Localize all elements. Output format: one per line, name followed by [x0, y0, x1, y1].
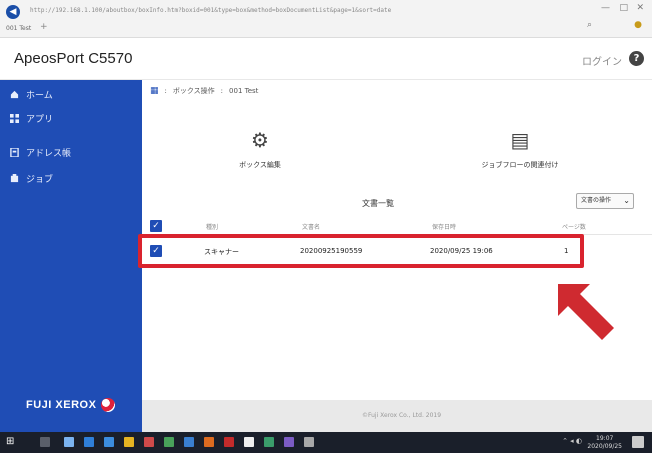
- chevron-down-icon: ⌄: [623, 196, 630, 205]
- system-tray[interactable]: ⌃ ◂ ◐: [562, 437, 582, 445]
- close-window-button[interactable]: ✕: [636, 3, 644, 13]
- sidebar-item-apps[interactable]: アプリ: [10, 110, 53, 126]
- app-icon[interactable]: [144, 437, 154, 447]
- sidebar-item-label: ホーム: [26, 90, 53, 101]
- app-icon[interactable]: [244, 437, 254, 447]
- edge-icon[interactable]: [84, 437, 94, 447]
- breadcrumb-box-operations[interactable]: ボックス操作: [173, 86, 215, 96]
- app-icon[interactable]: [224, 437, 234, 447]
- search-icon[interactable]: ⌕: [587, 20, 592, 30]
- home-icon: [10, 90, 19, 99]
- red-arrow-icon: [558, 284, 614, 340]
- browser-tab[interactable]: 001 Test: [6, 25, 31, 32]
- sidebar-item-home[interactable]: ホーム: [10, 86, 53, 102]
- explorer-icon[interactable]: [124, 437, 134, 447]
- login-link[interactable]: ログイン: [582, 53, 622, 68]
- sidebar: ホーム アプリ アドレス帳 ジョブ FUJI XEROX: [0, 80, 142, 432]
- fuji-xerox-logo: FUJI XEROX: [26, 398, 116, 412]
- mail-icon[interactable]: [104, 437, 114, 447]
- app-icon[interactable]: [184, 437, 194, 447]
- box-edit-button[interactable]: ⚙ ボックス編集: [230, 128, 290, 170]
- column-type[interactable]: 種別: [206, 222, 218, 231]
- help-icon[interactable]: ?: [629, 51, 644, 66]
- address-bar[interactable]: http://192.168.1.100/aboutbox/boxInfo.ht…: [30, 7, 460, 17]
- address-book-icon: [10, 146, 19, 158]
- notification-icon[interactable]: [632, 436, 644, 448]
- document-list-title: 文書一覧: [362, 199, 394, 208]
- sidebar-item-label: ジョブ: [26, 174, 54, 185]
- minimize-button[interactable]: —: [601, 3, 610, 13]
- sidebar-item-job[interactable]: ジョブ: [10, 170, 53, 186]
- sidebar-item-address-book[interactable]: アドレス帳: [10, 144, 71, 160]
- app-icon[interactable]: [204, 437, 214, 447]
- folder-icon: ▤: [510, 128, 530, 152]
- gear-icon: ⚙: [251, 128, 269, 152]
- clock[interactable]: 19:07 2020/09/25: [587, 435, 622, 451]
- footer: ©Fuji Xerox Co., Ltd. 2019: [142, 400, 652, 432]
- column-pages[interactable]: ページ数: [562, 222, 586, 231]
- task-view-icon[interactable]: [64, 437, 74, 447]
- app-icon[interactable]: [304, 437, 314, 447]
- breadcrumb-current-box: 001 Test: [229, 87, 259, 95]
- back-arrow-icon[interactable]: ◀: [6, 5, 20, 19]
- grid-icon[interactable]: ▦: [150, 86, 159, 96]
- box-edit-label: ボックス編集: [239, 161, 281, 169]
- job-icon: [10, 173, 19, 183]
- document-operations-select[interactable]: 文書の操作 ⌄: [576, 193, 634, 209]
- app-icon[interactable]: [264, 437, 274, 447]
- xerox-sphere-icon: [101, 398, 116, 412]
- column-name[interactable]: 文書名: [302, 222, 320, 231]
- breadcrumb: ▦ : ボックス操作 : 001 Test: [150, 86, 259, 96]
- device-title: ApeosPort C5570: [14, 50, 133, 67]
- lock-icon: ●: [634, 20, 642, 30]
- windows-start-icon[interactable]: ⊞: [6, 436, 14, 447]
- app-icon[interactable]: [164, 437, 174, 447]
- highlight-box: [138, 234, 584, 268]
- maximize-button[interactable]: □: [619, 3, 628, 13]
- search-icon[interactable]: [40, 437, 50, 447]
- apps-icon: [10, 113, 19, 123]
- column-date[interactable]: 保存日時: [432, 222, 456, 231]
- select-all-checkbox[interactable]: ✓: [150, 220, 162, 232]
- copyright: ©Fuji Xerox Co., Ltd. 2019: [362, 412, 442, 419]
- browser-toolbar: ◀ http://192.168.1.100/aboutbox/boxInfo.…: [0, 0, 652, 38]
- sidebar-item-label: アドレス帳: [26, 148, 72, 159]
- taskbar: ⊞ ⌃ ◂ ◐ 19:07 2020/09/25: [0, 432, 652, 453]
- app-header: ApeosPort C5570 ログイン ?: [0, 38, 652, 80]
- app-icon[interactable]: [284, 437, 294, 447]
- new-tab-button[interactable]: +: [40, 22, 48, 32]
- job-flow-link-button[interactable]: ▤ ジョブフローの関連付け: [470, 128, 570, 170]
- job-flow-label: ジョブフローの関連付け: [481, 161, 559, 169]
- sidebar-item-label: アプリ: [26, 114, 54, 125]
- table-header: ✓ 種別 文書名 保存日時 ページ数: [142, 217, 652, 235]
